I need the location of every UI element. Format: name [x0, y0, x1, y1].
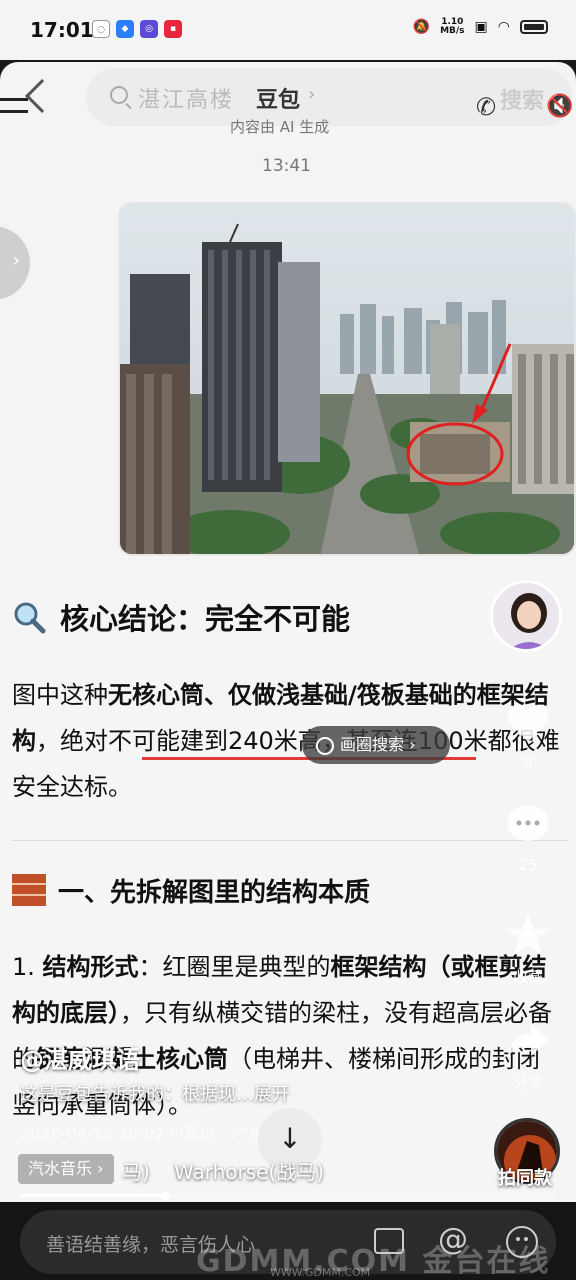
app-notif-icon: ◎ — [140, 20, 158, 38]
progress-knob[interactable] — [160, 1191, 170, 1200]
status-time: 17:01 — [30, 18, 94, 42]
app-notif-icon: ◆ — [116, 20, 134, 38]
post-meta: 2026-04-14 18:02 IP属地：广东 — [20, 1124, 264, 1143]
search-query[interactable]: 湛江高楼 — [138, 82, 234, 114]
emoji-icon[interactable] — [506, 1226, 538, 1258]
watermark-url: WWW.GDMM.COM — [270, 1266, 371, 1279]
chat-title: 豆包 — [256, 88, 301, 113]
favorite-label: 收藏 — [512, 968, 543, 986]
progress-fill — [20, 1194, 165, 1197]
building-photo-image — [120, 204, 574, 554]
status-app-icons: ◌ ◆ ◎ ▪ — [92, 20, 182, 38]
app-notif-icon: ▪ — [164, 20, 182, 38]
star-icon — [506, 914, 550, 955]
chevron-right-icon: › — [308, 84, 316, 105]
battery-icon — [520, 20, 548, 34]
phone-icon[interactable]: ✆ — [476, 94, 502, 120]
building-photo[interactable] — [118, 202, 576, 556]
chevron-right-icon: › — [12, 250, 20, 271]
like-action[interactable]: 8 — [500, 700, 556, 772]
same-style-label[interactable]: 拍同款 — [498, 1164, 552, 1190]
music-title-scroll: 马) — [122, 1160, 150, 1184]
mute-icon[interactable]: 🔇 — [546, 94, 574, 122]
mention-icon[interactable]: @ — [438, 1222, 468, 1257]
status-bar: 17:01 ◌ ◆ ◎ ▪ 🔕 1.10 MB/s ▣ ◠ — [0, 0, 576, 60]
author-name[interactable]: @湛威琪语 — [20, 1040, 140, 1075]
like-count: 8 — [523, 754, 533, 772]
comment-action[interactable]: 25 — [500, 802, 556, 874]
search-button[interactable]: 搜索 — [500, 83, 544, 115]
author-avatar[interactable] — [490, 580, 562, 652]
comment-count: 25 — [518, 856, 538, 874]
divider — [12, 840, 568, 841]
network-speed: 1.10 MB/s — [440, 17, 465, 36]
section-heading: 一、先拆解图里的结构本质 — [58, 878, 371, 908]
dnd-icon: 🔕 — [412, 19, 431, 35]
share-action[interactable]: 分享 — [500, 1018, 556, 1093]
favorite-action[interactable]: 收藏 — [500, 912, 556, 987]
menu-icon — [0, 98, 30, 122]
search-icon — [110, 86, 128, 104]
sim-icon: ▣ — [474, 19, 488, 35]
app-notif-icon: ◌ — [92, 20, 110, 38]
answer-heading: 核心结论：完全不可能 — [60, 602, 351, 636]
chat-timestamp: 13:41 — [262, 156, 311, 176]
music-title[interactable]: Warhorse(战马) — [174, 1156, 324, 1185]
status-right: 🔕 1.10 MB/s ▣ ◠ — [413, 18, 548, 36]
circle-search-button[interactable]: 画圈搜索 › — [302, 726, 450, 764]
comment-icon — [507, 805, 549, 841]
video-progress[interactable] — [20, 1191, 556, 1200]
video-description[interactable]: 这是豆包告诉我的：根据现…展开 — [20, 1080, 290, 1106]
magnifier-icon — [14, 602, 46, 634]
image-icon[interactable] — [374, 1228, 404, 1254]
wifi-icon: ◠ — [497, 19, 510, 35]
answer-paragraph: 图中这种无核心筒、仅做浅基础/筏板基础的框架结构，绝对不可能建到240米高，甚至… — [12, 681, 560, 801]
share-label: 分享 — [512, 1074, 543, 1092]
music-source-tag[interactable]: 汽水音乐 › — [18, 1154, 114, 1184]
heart-icon — [507, 704, 549, 742]
ai-generated-note: 内容由 AI 生成 — [230, 118, 330, 136]
share-icon — [507, 1024, 549, 1058]
screen: 17:01 ◌ ◆ ◎ ▪ 🔕 1.10 MB/s ▣ ◠ 湛江高楼 豆包 › … — [0, 0, 576, 1280]
arrow-down-icon: ↓ — [278, 1122, 302, 1155]
brick-icon — [12, 874, 46, 906]
